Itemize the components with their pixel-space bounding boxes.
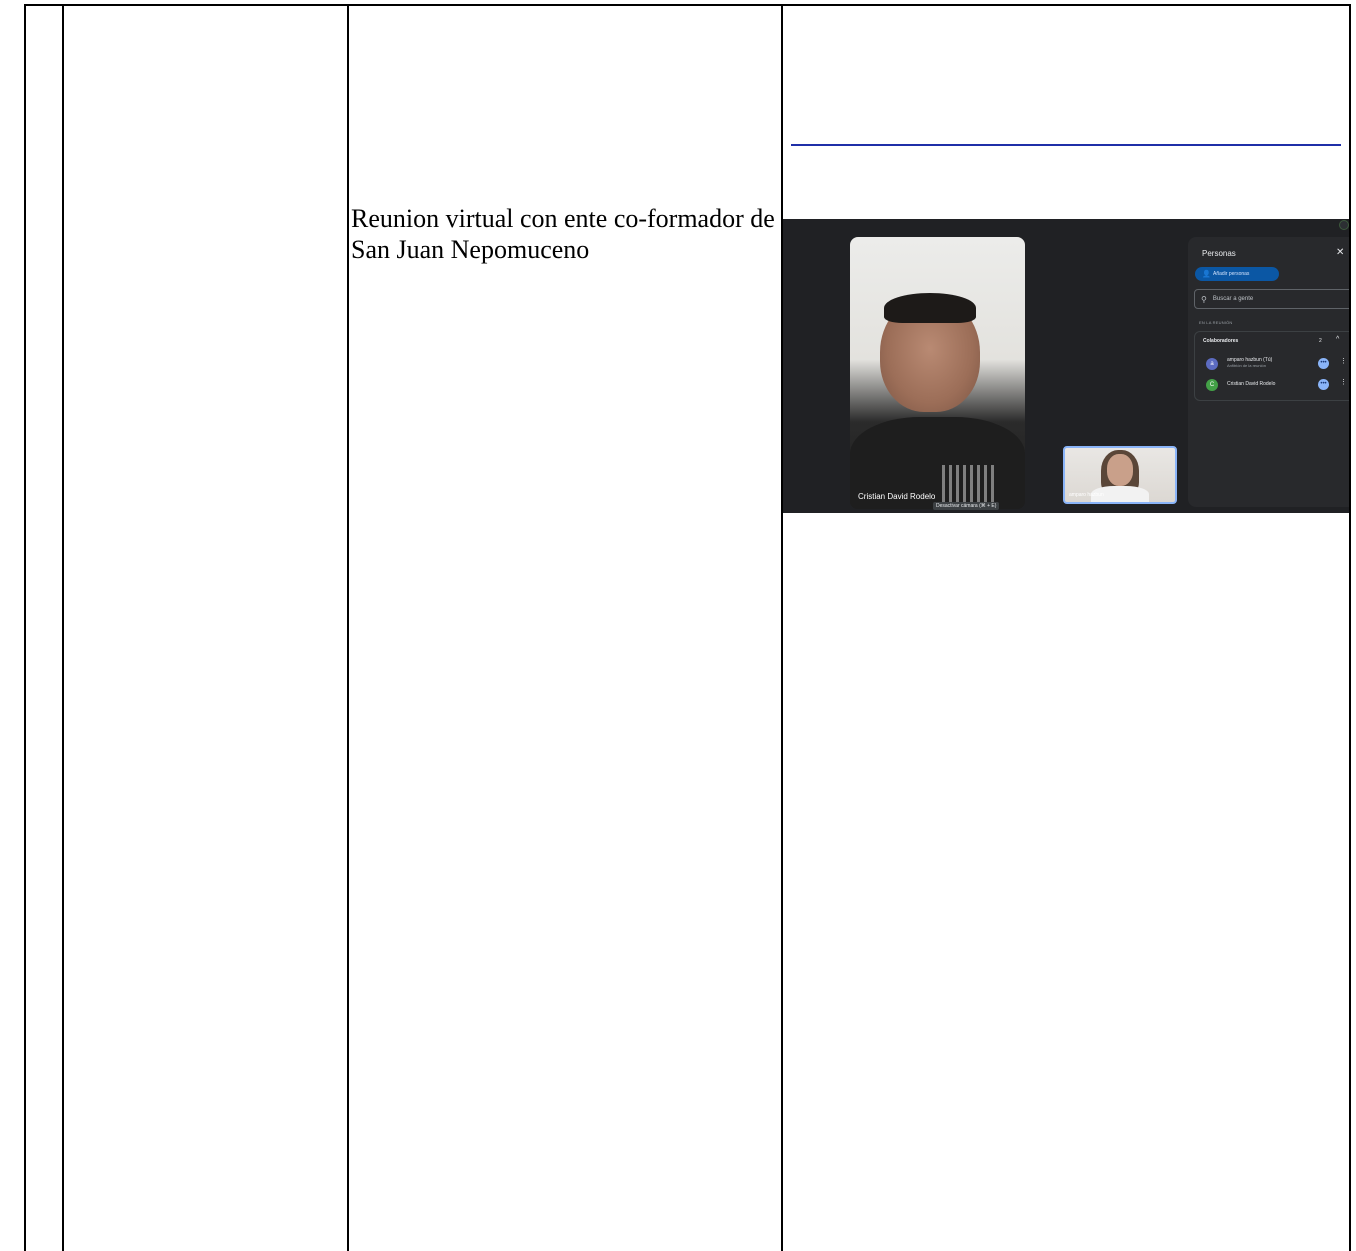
avatar: C bbox=[1206, 379, 1218, 391]
group-title: Colaboradores bbox=[1203, 338, 1239, 344]
avatar: a bbox=[1206, 358, 1218, 370]
table-column-border bbox=[781, 4, 783, 1251]
self-face bbox=[1107, 454, 1133, 486]
participant-name-label: Cristian David Rodelo bbox=[858, 492, 936, 501]
add-people-button[interactable]: 👤 Añadir personas bbox=[1195, 267, 1279, 281]
participant-video-tile: Cristian David Rodelo bbox=[850, 237, 1025, 509]
hyperlink-underline[interactable] bbox=[791, 144, 1341, 146]
add-person-icon: 👤 bbox=[1202, 271, 1211, 278]
audio-indicator-icon: ••• bbox=[1318, 379, 1329, 390]
participant-hair bbox=[884, 293, 976, 323]
status-dot-icon bbox=[1339, 220, 1349, 230]
collaborators-group: Colaboradores 2 ^ a amparo hazbun (Tú) A… bbox=[1194, 331, 1349, 401]
table-top-border bbox=[24, 4, 1351, 6]
chevron-up-icon[interactable]: ^ bbox=[1336, 336, 1339, 343]
self-video-tile[interactable]: amparo hazbun bbox=[1063, 446, 1177, 504]
table-column-border bbox=[24, 4, 26, 1251]
participant-name: Cristian David Rodelo bbox=[1227, 381, 1276, 387]
add-people-label: Añadir personas bbox=[1213, 271, 1250, 277]
table-column-border bbox=[1349, 4, 1351, 1251]
self-name-label: amparo hazbun bbox=[1069, 492, 1104, 498]
meeting-screenshot: Cristian David Rodelo Desactivar cámara … bbox=[783, 219, 1349, 513]
activity-description: Reunion virtual con ente co-formador de … bbox=[351, 204, 775, 264]
more-options-icon[interactable]: ⋮ bbox=[1340, 357, 1347, 365]
search-icon: ⚲ bbox=[1201, 294, 1207, 304]
participant-row: a amparo hazbun (Tú) Anfitrión de la reu… bbox=[1203, 357, 1349, 371]
group-count: 2 bbox=[1319, 338, 1322, 344]
more-options-icon[interactable]: ⋮ bbox=[1340, 378, 1347, 386]
search-placeholder: Buscar a gente bbox=[1212, 296, 1254, 302]
section-label: EN LA REUNIÓN bbox=[1199, 320, 1233, 325]
search-people-input[interactable]: ⚲ Buscar a gente bbox=[1194, 289, 1349, 309]
participant-row: C Cristian David Rodelo ••• ⋮ bbox=[1203, 378, 1349, 392]
people-panel: Personas ✕ 👤 Añadir personas ⚲ Buscar a … bbox=[1188, 237, 1349, 507]
shirt-print bbox=[942, 465, 996, 503]
close-icon[interactable]: ✕ bbox=[1336, 247, 1344, 258]
table-column-border bbox=[347, 4, 349, 1251]
audio-indicator-icon: ••• bbox=[1318, 358, 1329, 369]
table-column-border bbox=[62, 4, 64, 1251]
camera-tooltip: Desactivar cámara (⌘ + E) bbox=[933, 502, 1000, 510]
panel-title: Personas bbox=[1202, 249, 1236, 258]
participant-role: Anfitrión de la reunión bbox=[1227, 363, 1266, 368]
